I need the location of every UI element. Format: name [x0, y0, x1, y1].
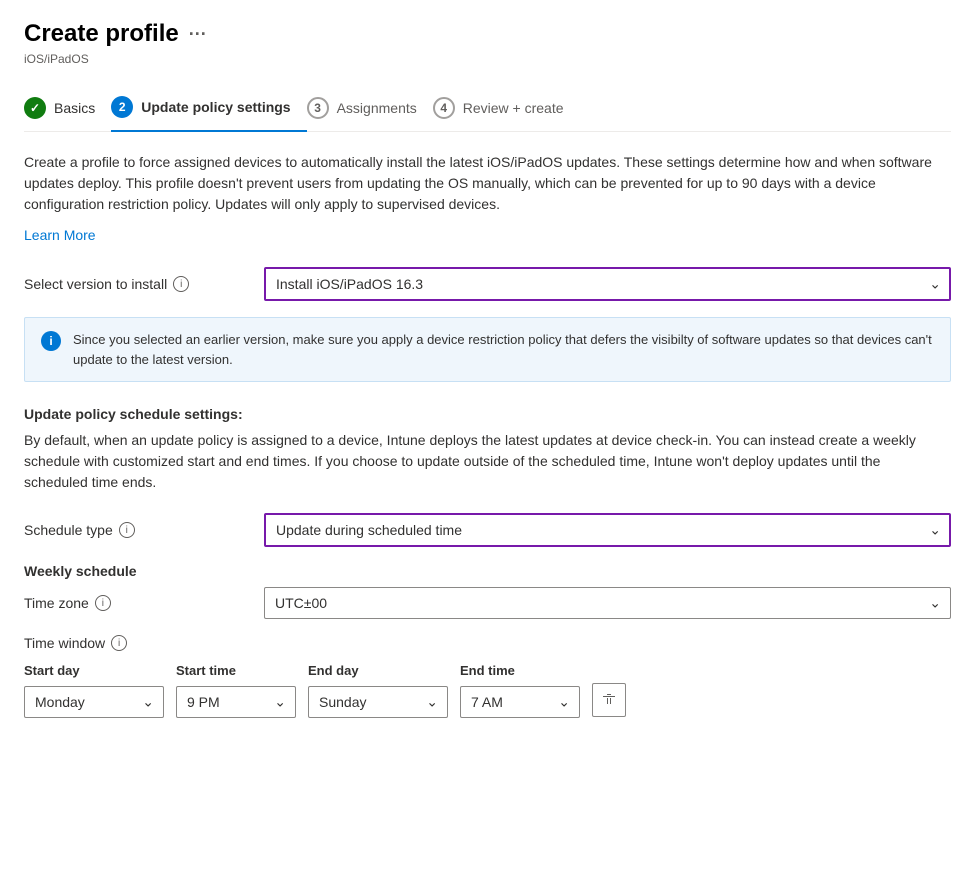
end-day-select-wrapper: MondayTuesdayWednesdayThursdayFridaySatu… — [308, 686, 448, 718]
schedule-section-description: By default, when an update policy is ass… — [24, 430, 944, 493]
end-time-select[interactable]: 12 AM1 AM2 AM3 AM4 AM5 AM6 AM7 AM8 AM9 A… — [460, 686, 580, 718]
version-label: Select version to install i — [24, 276, 244, 292]
delete-time-window-button[interactable] — [592, 683, 626, 717]
timezone-select[interactable]: UTC±00UTC-05:00UTC-08:00UTC+01:00UTC+05:… — [264, 587, 951, 619]
wizard-steps: ✓ Basics 2 Update policy settings 3 Assi… — [24, 86, 951, 132]
start-time-select-wrapper: 12 AM1 AM2 AM3 AM4 AM5 AM6 AM7 AM8 AM9 A… — [176, 686, 296, 718]
time-window-table: Start day MondayTuesdayWednesdayThursday… — [24, 663, 951, 718]
start-day-header: Start day — [24, 663, 164, 680]
step-assignments[interactable]: 3 Assignments — [307, 87, 433, 131]
step-update-policy[interactable]: 2 Update policy settings — [111, 86, 306, 132]
schedule-section-heading: Update policy schedule settings: — [24, 406, 951, 422]
info-alert-icon: i — [41, 331, 61, 351]
version-select[interactable]: Install iOS/iPadOS 16.3Install latest iO… — [264, 267, 951, 301]
page-title: Create profile ··· — [24, 20, 207, 48]
start-time-col: Start time 12 AM1 AM2 AM3 AM4 AM5 AM6 AM… — [176, 663, 296, 718]
end-day-header: End day — [308, 663, 448, 680]
ellipsis-menu[interactable]: ··· — [189, 24, 207, 45]
end-time-select-wrapper: 12 AM1 AM2 AM3 AM4 AM5 AM6 AM7 AM8 AM9 A… — [460, 686, 580, 718]
weekly-schedule-label: Weekly schedule — [24, 563, 951, 579]
time-window-label: Time window i — [24, 635, 951, 651]
step-basics[interactable]: ✓ Basics — [24, 87, 111, 131]
time-window-info-icon[interactable]: i — [111, 635, 127, 651]
version-info-icon[interactable]: i — [173, 276, 189, 292]
step-review-create-label: Review + create — [463, 100, 564, 116]
schedule-type-info-icon[interactable]: i — [119, 522, 135, 538]
info-alert: i Since you selected an earlier version,… — [24, 317, 951, 382]
schedule-type-select[interactable]: Update during scheduled timeUpdate at an… — [264, 513, 951, 547]
end-day-select[interactable]: MondayTuesdayWednesdayThursdayFridaySatu… — [308, 686, 448, 718]
timezone-select-wrapper: UTC±00UTC-05:00UTC-08:00UTC+01:00UTC+05:… — [264, 587, 951, 619]
step-update-policy-circle: 2 — [111, 96, 133, 118]
start-time-header: Start time — [176, 663, 296, 680]
end-time-header: End time — [460, 663, 580, 680]
timezone-label: Time zone i — [24, 595, 244, 611]
step-assignments-label: Assignments — [337, 100, 417, 116]
step-basics-circle: ✓ — [24, 97, 46, 119]
timezone-row: Time zone i UTC±00UTC-05:00UTC-08:00UTC+… — [24, 587, 951, 619]
version-select-wrapper: Install iOS/iPadOS 16.3Install latest iO… — [264, 267, 951, 301]
learn-more-link[interactable]: Learn More — [24, 227, 96, 243]
info-alert-text: Since you selected an earlier version, m… — [73, 330, 934, 369]
section-description: Create a profile to force assigned devic… — [24, 152, 944, 215]
end-time-col: End time 12 AM1 AM2 AM3 AM4 AM5 AM6 AM7 … — [460, 663, 580, 718]
step-review-create-circle: 4 — [433, 97, 455, 119]
step-assignments-circle: 3 — [307, 97, 329, 119]
schedule-type-select-wrapper: Update during scheduled timeUpdate at an… — [264, 513, 951, 547]
start-day-col: Start day MondayTuesdayWednesdayThursday… — [24, 663, 164, 718]
schedule-type-row: Schedule type i Update during scheduled … — [24, 513, 951, 547]
timezone-info-icon[interactable]: i — [95, 595, 111, 611]
start-day-select-wrapper: MondayTuesdayWednesdayThursdayFridaySatu… — [24, 686, 164, 718]
version-install-row: Select version to install i Install iOS/… — [24, 267, 951, 301]
start-time-select[interactable]: 12 AM1 AM2 AM3 AM4 AM5 AM6 AM7 AM8 AM9 A… — [176, 686, 296, 718]
start-day-select[interactable]: MondayTuesdayWednesdayThursdayFridaySatu… — [24, 686, 164, 718]
page-subtitle: iOS/iPadOS — [24, 52, 951, 66]
trash-icon — [601, 692, 617, 708]
step-update-policy-label: Update policy settings — [141, 99, 290, 115]
end-day-col: End day MondayTuesdayWednesdayThursdayFr… — [308, 663, 448, 718]
step-basics-label: Basics — [54, 100, 95, 116]
step-review-create[interactable]: 4 Review + create — [433, 87, 580, 131]
schedule-type-label: Schedule type i — [24, 522, 244, 538]
